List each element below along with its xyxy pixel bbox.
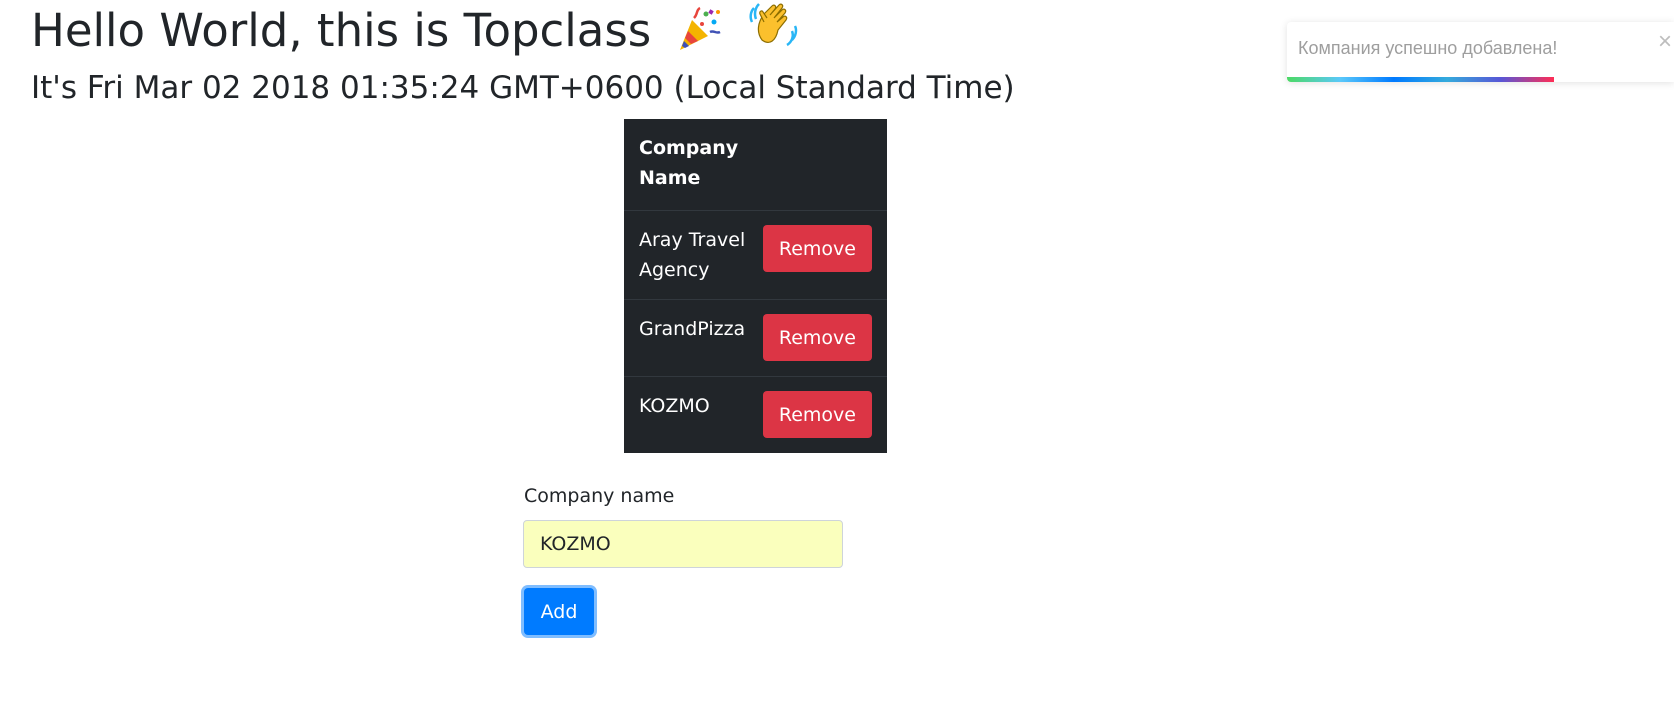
success-toast[interactable]: Компания успешно добавлена! × (1287, 22, 1674, 82)
table-row: KOZMO Remove (624, 376, 887, 453)
remove-button[interactable]: Remove (762, 391, 872, 438)
waving-hand-icon (746, 0, 804, 66)
toast-message: Компания успешно добавлена! (1298, 38, 1558, 58)
party-popper-icon (676, 6, 722, 66)
column-header-actions (763, 119, 887, 211)
company-name-label: Company name (524, 485, 675, 507)
action-cell: Remove (762, 376, 887, 453)
toast-progress-track (1287, 77, 1674, 82)
table-row: GrandPizza Remove (624, 299, 887, 377)
page-title: Hello World, this is Topclass (31, 0, 804, 66)
action-cell: Remove (762, 299, 887, 377)
company-name-cell: Aray Travel Agency (624, 210, 763, 300)
column-header-company-name: Company Name (639, 137, 739, 189)
add-button[interactable]: Add (524, 588, 594, 635)
remove-button[interactable]: Remove (762, 225, 872, 272)
company-name-cell: GrandPizza (624, 299, 763, 377)
toast-progress-bar (1287, 77, 1555, 82)
action-cell: Remove (762, 210, 887, 300)
company-name-cell: KOZMO (624, 376, 763, 453)
page: Hello World, this is Topclass It's Fri M… (0, 0, 1674, 720)
current-datetime: It's Fri Mar 02 2018 01:35:24 GMT+0600 (… (31, 70, 1015, 106)
table-header-row: Company Name (624, 119, 887, 211)
remove-button[interactable]: Remove (762, 314, 872, 361)
table-row: Aray Travel Agency Remove (624, 210, 887, 300)
close-icon[interactable]: × (1658, 30, 1672, 54)
page-title-text: Hello World, this is Topclass (31, 4, 652, 57)
companies-table: Company Name Aray Travel Agency Remove G… (624, 119, 887, 453)
company-name-input[interactable] (523, 520, 843, 568)
